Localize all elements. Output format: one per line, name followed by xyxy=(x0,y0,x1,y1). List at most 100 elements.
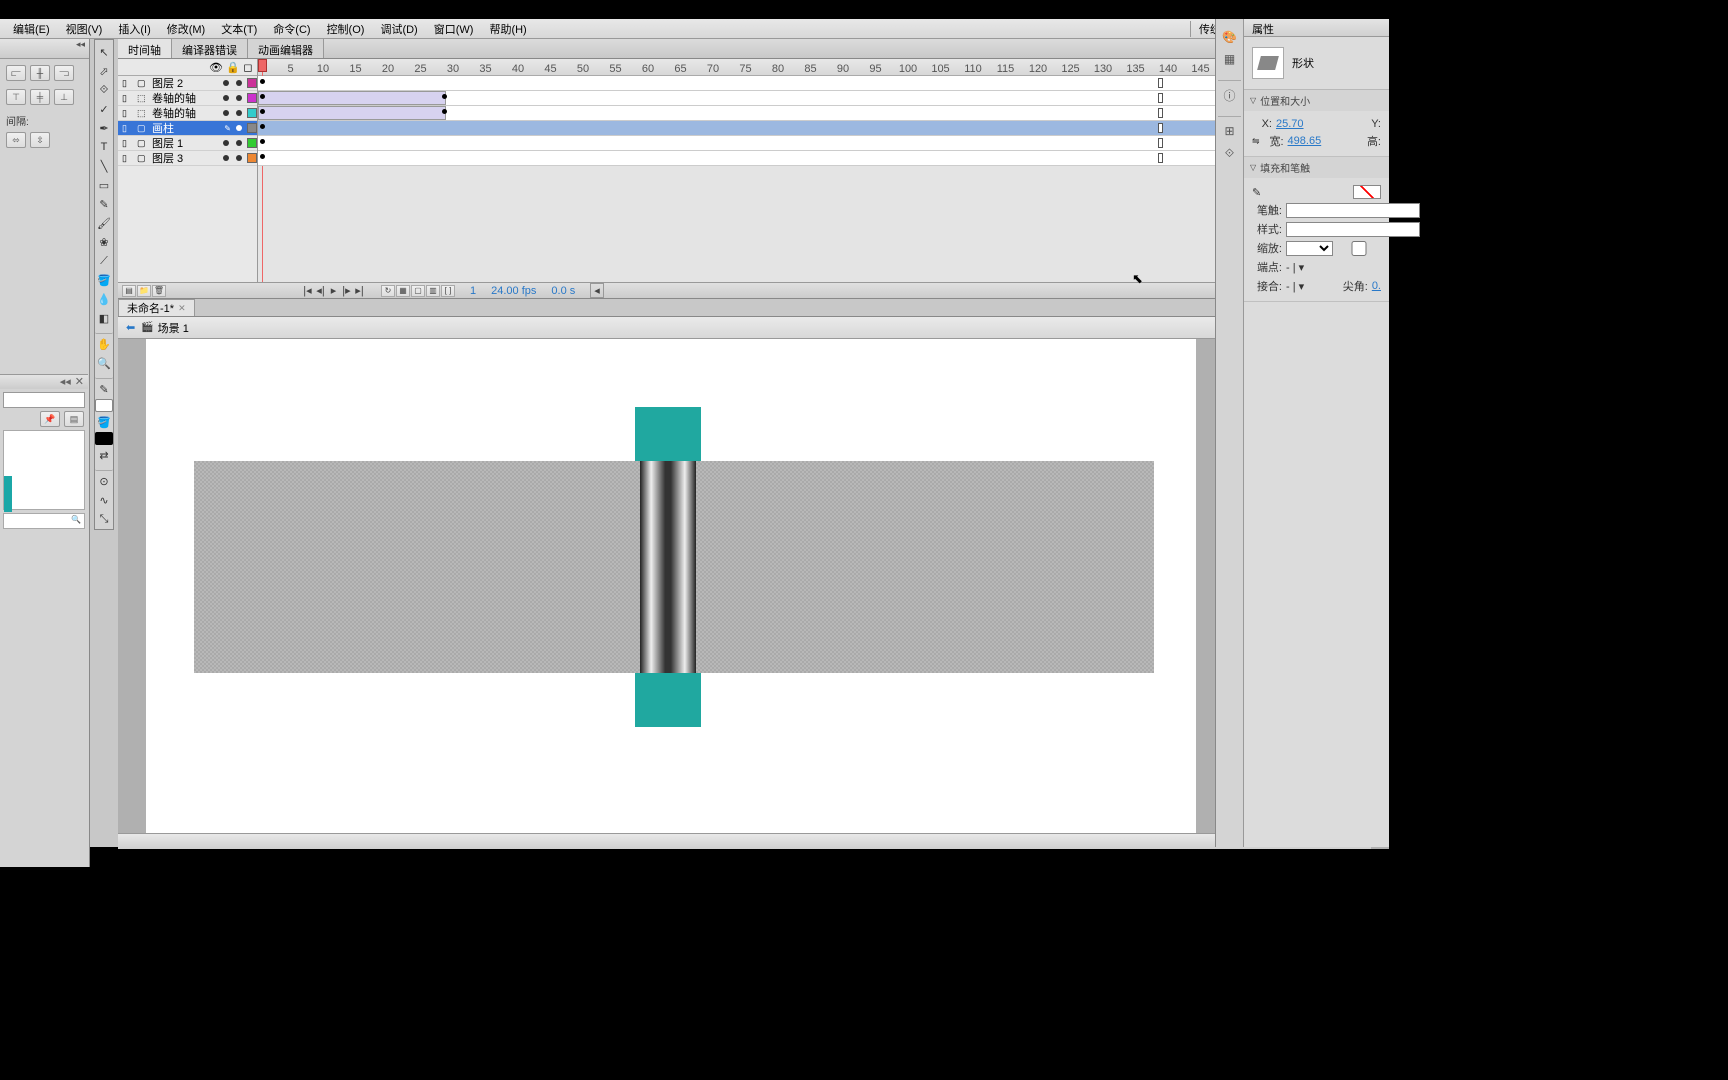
lock-aspect-icon[interactable]: ⇋ xyxy=(1252,136,1260,147)
panel-collapse-icon[interactable]: ◂◂ xyxy=(0,39,89,59)
canvas-teal-top[interactable] xyxy=(635,407,701,461)
selection-tool-icon[interactable]: ↖ xyxy=(95,43,113,61)
delete-layer-icon[interactable]: 🗑 xyxy=(152,285,166,297)
canvas-teal-bottom[interactable] xyxy=(635,673,701,727)
stroke-color-swatch[interactable] xyxy=(95,399,113,412)
panel-a-icon[interactable]: ◂◂ xyxy=(60,375,71,389)
transform-panel-icon[interactable]: ⟐ xyxy=(1219,143,1241,163)
library-doc-dropdown[interactable] xyxy=(3,392,85,408)
smooth-icon[interactable]: ∿ xyxy=(95,491,113,509)
deco-tool-icon[interactable]: ❀ xyxy=(95,233,113,251)
align-left-icon[interactable]: ⫍ xyxy=(6,65,26,81)
straighten-icon[interactable]: ⤡ xyxy=(95,510,113,528)
layer-row[interactable]: ▯▢图层 2 xyxy=(118,76,257,91)
x-value[interactable]: 25.70 xyxy=(1276,118,1304,130)
eyedropper-tool-icon[interactable]: 💧 xyxy=(95,290,113,308)
brush-tool-icon[interactable]: 🖌 xyxy=(95,214,113,232)
layer-row[interactable]: ▯⬚卷轴的轴 xyxy=(118,106,257,121)
stroke-color-none[interactable] xyxy=(1353,185,1381,199)
width-value[interactable]: 498.65 xyxy=(1288,135,1322,147)
eraser-tool-icon[interactable]: ◧ xyxy=(95,309,113,327)
line-tool-icon[interactable]: ╲ xyxy=(95,157,113,175)
align-bottom-icon[interactable]: ⊥ xyxy=(54,89,74,105)
text-tool-icon[interactable]: T xyxy=(95,138,113,156)
visibility-column-icon[interactable]: 👁 xyxy=(209,61,219,74)
new-layer-icon[interactable]: ▤ xyxy=(122,285,136,297)
space-v-icon[interactable]: ⇳ xyxy=(30,132,50,148)
menu-debug[interactable]: 调试(D) xyxy=(372,21,425,37)
loop-icon[interactable]: ↻ xyxy=(381,285,395,297)
info-panel-icon[interactable]: ⓘ xyxy=(1219,85,1241,105)
goto-first-icon[interactable]: |◂ xyxy=(301,284,314,297)
fill-stroke-header[interactable]: 填充和笔触 xyxy=(1244,157,1389,178)
menu-insert[interactable]: 插入(I) xyxy=(110,21,158,37)
edit-multi-icon[interactable]: ▥ xyxy=(426,285,440,297)
color-panel-icon[interactable]: 🎨 xyxy=(1219,27,1241,47)
stroke-weight-input[interactable] xyxy=(1286,203,1420,218)
pencil-tool-icon[interactable]: ✎ xyxy=(95,195,113,213)
align-vcenter-icon[interactable]: ╪ xyxy=(30,89,50,105)
playhead[interactable] xyxy=(258,59,267,72)
snap-icon[interactable]: ⊙ xyxy=(95,472,113,490)
layer-row[interactable]: ▯⬚卷轴的轴 xyxy=(118,91,257,106)
space-h-icon[interactable]: ⬄ xyxy=(6,132,26,148)
subselection-tool-icon[interactable]: ⬀ xyxy=(95,62,113,80)
hand-tool-icon[interactable]: ✋ xyxy=(95,335,113,353)
tab-timeline[interactable]: 时间轴 xyxy=(118,39,172,58)
lasso-tool-icon[interactable]: ✓ xyxy=(95,100,113,118)
align-top-icon[interactable]: ⊤ xyxy=(6,89,26,105)
outline-column-icon[interactable]: ◻ xyxy=(243,61,253,74)
layer-row[interactable]: ▯▢图层 1 xyxy=(118,136,257,151)
timeline-scroll-left-icon[interactable]: ◂ xyxy=(590,283,604,298)
back-icon[interactable]: ⬅ xyxy=(126,321,135,334)
play-icon[interactable]: ▸ xyxy=(327,284,340,297)
menu-text[interactable]: 文本(T) xyxy=(213,21,265,37)
align-hcenter-icon[interactable]: ╫ xyxy=(30,65,50,81)
scale-dropdown[interactable] xyxy=(1286,241,1333,256)
free-transform-tool-icon[interactable]: ⟐ xyxy=(95,81,113,99)
panel-x-icon[interactable]: ✕ xyxy=(75,375,84,389)
properties-tab[interactable]: 属性 xyxy=(1244,19,1389,37)
zoom-tool-icon[interactable]: 🔍 xyxy=(95,354,113,372)
cap-dropdown[interactable]: - | ▾ xyxy=(1286,261,1304,274)
step-fwd-icon[interactable]: |▸ xyxy=(340,284,353,297)
stage-viewport[interactable] xyxy=(118,339,1389,849)
layer-row[interactable]: ▯▢画柱✎ xyxy=(118,121,257,136)
onion-skin-icon[interactable]: ▦ xyxy=(396,285,410,297)
goto-last-icon[interactable]: ▸| xyxy=(353,284,366,297)
new-folder-icon[interactable]: 📁 xyxy=(137,285,151,297)
menu-edit[interactable]: 编辑(E) xyxy=(5,21,58,37)
menu-modify[interactable]: 修改(M) xyxy=(159,21,214,37)
menu-control[interactable]: 控制(O) xyxy=(319,21,373,37)
align-right-icon[interactable]: ⫎ xyxy=(54,65,74,81)
horizontal-scrollbar[interactable] xyxy=(118,833,1371,849)
stroke-style-dropdown[interactable] xyxy=(1286,222,1420,237)
swap-colors-icon[interactable]: ⇄ xyxy=(95,446,113,464)
paint-bucket-tool-icon[interactable]: 🪣 xyxy=(95,271,113,289)
stroke-swatch-icon[interactable]: ✎ xyxy=(95,380,113,398)
position-size-header[interactable]: 位置和大小 xyxy=(1244,90,1389,111)
fill-color-swatch[interactable] xyxy=(95,432,113,445)
swatches-panel-icon[interactable]: ▦ xyxy=(1219,49,1241,69)
hinting-checkbox[interactable] xyxy=(1337,241,1382,256)
stage[interactable] xyxy=(146,339,1196,839)
menu-commands[interactable]: 命令(C) xyxy=(265,21,318,37)
step-back-icon[interactable]: ◂| xyxy=(314,284,327,297)
align-panel-icon[interactable]: ⊞ xyxy=(1219,121,1241,141)
canvas-cylinder[interactable] xyxy=(640,461,696,673)
lib-pin-icon[interactable]: 📌 xyxy=(40,411,60,427)
fill-swatch-icon[interactable]: 🪣 xyxy=(95,413,113,431)
miter-value[interactable]: 0. xyxy=(1372,280,1381,292)
menu-view[interactable]: 视图(V) xyxy=(58,21,111,37)
close-tab-icon[interactable]: ✕ xyxy=(178,303,186,314)
layer-row[interactable]: ▯▢图层 3 xyxy=(118,151,257,166)
onion-markers-icon[interactable]: [ ] xyxy=(441,285,455,297)
scene-name[interactable]: 场景 1 xyxy=(158,320,189,336)
bone-tool-icon[interactable]: ⟋ xyxy=(95,252,113,270)
join-dropdown[interactable]: - | ▾ xyxy=(1286,280,1304,293)
lock-column-icon[interactable]: 🔒 xyxy=(226,61,236,74)
lib-new-icon[interactable]: ▤ xyxy=(64,411,84,427)
onion-outline-icon[interactable]: ▢ xyxy=(411,285,425,297)
rectangle-tool-icon[interactable]: ▭ xyxy=(95,176,113,194)
tab-compiler-errors[interactable]: 编译器错误 xyxy=(172,39,248,58)
